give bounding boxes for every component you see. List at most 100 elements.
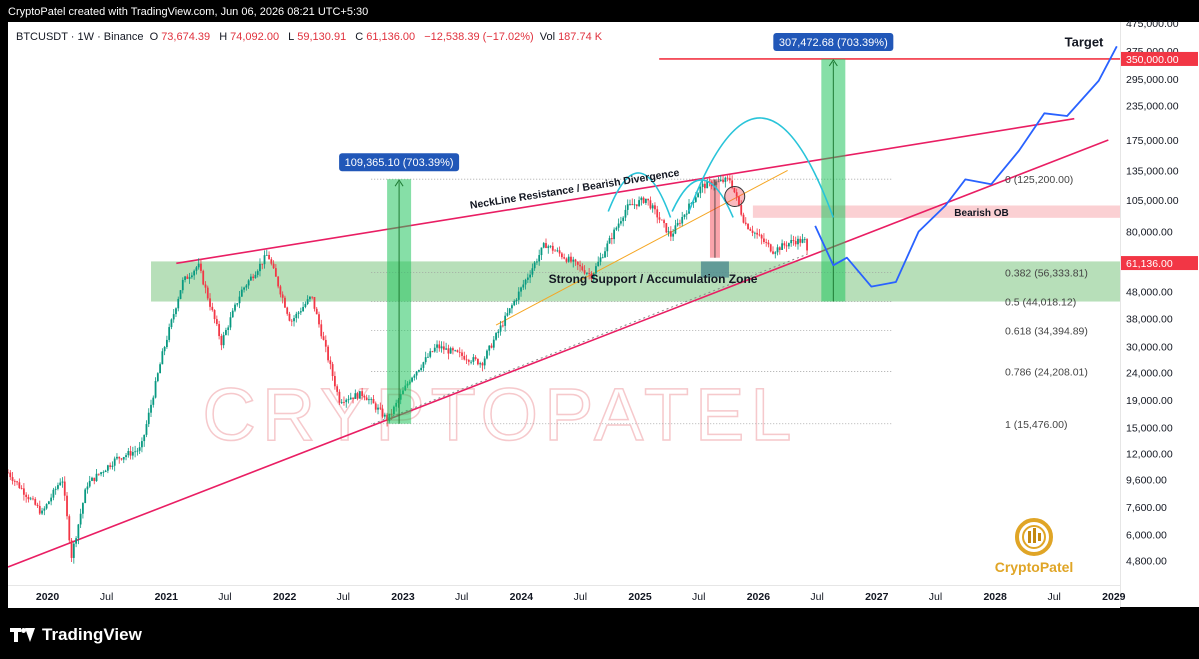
- candle-body: [249, 276, 252, 281]
- candle-body: [215, 319, 218, 325]
- candle-body: [458, 351, 461, 353]
- time-tick-label: Jul: [455, 591, 468, 603]
- candle-body: [422, 362, 425, 368]
- candle-body: [570, 256, 572, 262]
- candle-body: [161, 351, 164, 365]
- zone-label-bearish-ob: Bearish OB: [954, 208, 1008, 219]
- candle-body: [624, 209, 627, 218]
- candle-body: [168, 327, 171, 340]
- candle-body: [297, 312, 300, 314]
- candle-body: [218, 324, 221, 337]
- candle-body: [166, 339, 168, 348]
- candle-body: [9, 472, 12, 478]
- candle-body: [8, 472, 9, 474]
- candle-body: [753, 232, 756, 234]
- candle-body: [540, 247, 543, 256]
- tradingview-brand[interactable]: TradingView: [10, 625, 142, 645]
- candle-body: [374, 403, 377, 410]
- candle-body: [674, 225, 677, 234]
- candle-body: [236, 303, 239, 305]
- candle-body: [658, 217, 661, 220]
- candle-body: [597, 261, 600, 267]
- price-tick-label: 135,000.00: [1126, 165, 1179, 177]
- candle-body: [47, 501, 50, 505]
- candle-body: [284, 297, 286, 308]
- price-tick-label: 6,000.00: [1126, 530, 1167, 542]
- price-tick-label: 80,000.00: [1126, 227, 1173, 239]
- candle-body: [697, 193, 699, 198]
- candle-body: [638, 200, 640, 207]
- candle-body: [13, 480, 16, 482]
- candle-body: [202, 270, 205, 285]
- candle-body: [75, 538, 78, 544]
- candle-body: [365, 397, 368, 401]
- candle-body: [229, 317, 232, 328]
- candle-body: [20, 487, 23, 489]
- candle-body: [383, 414, 386, 417]
- candle-body: [513, 301, 516, 306]
- candle-body: [803, 239, 806, 240]
- candle-body: [663, 220, 665, 224]
- candle-body: [701, 183, 704, 187]
- candle-body: [50, 497, 53, 502]
- price-tick-label: 295,000.00: [1126, 74, 1179, 86]
- candle-body: [620, 221, 622, 224]
- candle-body: [338, 391, 341, 403]
- candle-body: [220, 336, 223, 346]
- candle-body: [281, 294, 284, 298]
- candle-body: [477, 358, 479, 365]
- candle-body: [415, 371, 418, 376]
- fib-label: 1 (15,476.00): [1005, 419, 1067, 431]
- candle-body: [299, 311, 302, 313]
- time-tick-label: 2026: [747, 591, 771, 603]
- candle-body: [32, 498, 34, 500]
- candle-body: [654, 205, 656, 210]
- candle-body: [18, 482, 21, 488]
- zone-label-accumulation: Strong Support / Accumulation Zone: [549, 272, 758, 286]
- candle-body: [225, 329, 227, 335]
- candle-body: [501, 325, 504, 327]
- candle-body: [29, 498, 32, 500]
- candle-body: [11, 477, 14, 481]
- candle-body: [52, 489, 55, 498]
- price-tick-label: 4,800.00: [1126, 556, 1167, 568]
- candle-body: [479, 363, 482, 365]
- candle-body: [358, 391, 361, 399]
- candle-body: [644, 198, 647, 203]
- candle-body: [785, 245, 788, 247]
- logo-text: CryptoPatel: [994, 559, 1074, 575]
- candle-body: [295, 313, 298, 319]
- price-tick-label: 48,000.00: [1126, 286, 1173, 298]
- candle-body: [116, 456, 118, 459]
- price-badge-label: 61,136.00: [1126, 258, 1173, 270]
- candle-body: [794, 241, 797, 245]
- time-tick-label: Jul: [929, 591, 942, 603]
- candle-body: [349, 397, 352, 400]
- candle-body: [170, 319, 173, 328]
- candle-body: [486, 350, 488, 359]
- candle-body: [483, 358, 486, 366]
- candle-body: [175, 308, 177, 315]
- candle-body: [669, 231, 672, 237]
- candle-body: [204, 284, 207, 288]
- candle-body: [427, 356, 429, 358]
- candle-body: [141, 441, 143, 448]
- candle-body: [719, 179, 722, 182]
- candle-body: [545, 243, 547, 249]
- candle-body: [474, 357, 477, 359]
- candle-body: [604, 251, 606, 258]
- candle-body: [59, 482, 62, 486]
- time-tick-label: 2024: [510, 591, 534, 603]
- candle-body: [356, 393, 359, 399]
- candle-body: [129, 451, 132, 456]
- fib-label: 0.786 (24,208.01): [1005, 366, 1088, 378]
- candle-body: [456, 350, 459, 352]
- candle-body: [417, 369, 420, 372]
- candle-body: [724, 177, 727, 182]
- candle-body: [787, 243, 790, 247]
- candle-body: [626, 204, 629, 210]
- candle-body: [331, 364, 334, 377]
- candle-body: [726, 177, 729, 179]
- candle-body: [549, 245, 552, 247]
- candle-body: [672, 233, 675, 237]
